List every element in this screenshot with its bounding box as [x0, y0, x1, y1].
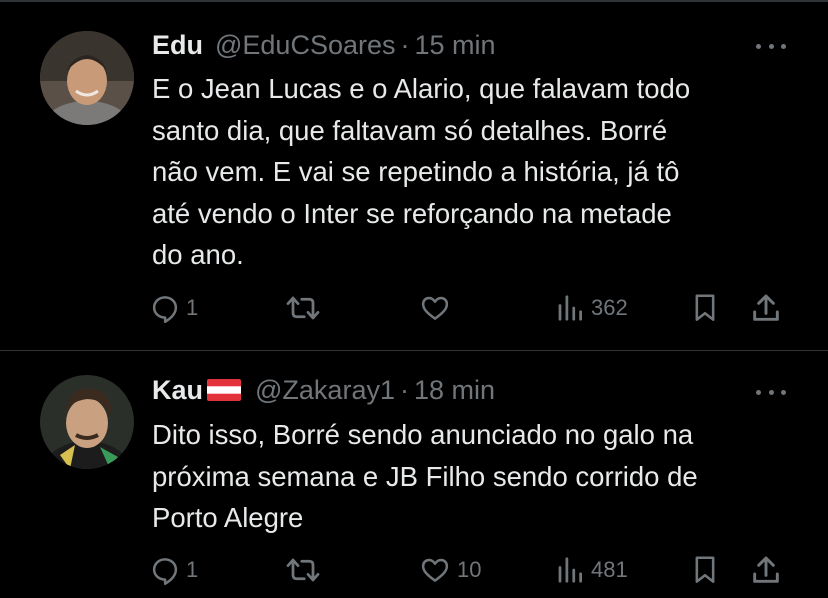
more-icon[interactable] — [756, 387, 786, 397]
reply-count: 1 — [186, 557, 199, 582]
timestamp[interactable]: 15 min — [415, 30, 496, 61]
avatar[interactable] — [40, 375, 134, 469]
reply-icon — [152, 296, 178, 323]
tweet-text: Dito isso, Borré sendo anunciado no galo… — [152, 414, 792, 539]
bookmark-button[interactable] — [691, 288, 719, 328]
tweet-text-line: Dito isso, Borré sendo anunciado no galo… — [152, 419, 694, 450]
austria-flag-icon — [207, 379, 242, 401]
views-button[interactable]: 481 — [555, 550, 628, 590]
retweet-icon — [286, 296, 320, 320]
bookmark-icon — [695, 556, 715, 583]
tweet-text: E o Jean Lucas e o Alario, que falavam t… — [152, 68, 792, 276]
tweet-text-line: até vendo o Inter se reforçando na metad… — [152, 197, 672, 229]
like-button[interactable]: 10 — [419, 550, 481, 590]
retweet-button[interactable] — [285, 550, 327, 590]
tweet[interactable]: Kau @Zakaray1 · 18 min Dito isso, Borré … — [0, 351, 828, 598]
tweet-text-line: não vem. E vai se repetindo a história, … — [152, 156, 680, 187]
timestamp[interactable]: 18 min — [414, 375, 495, 406]
retweet-button[interactable] — [285, 288, 327, 328]
reply-icon — [152, 558, 178, 585]
views-button[interactable]: 362 — [555, 288, 628, 328]
tweet-text-line: do ano. — [152, 239, 244, 270]
user-handle[interactable]: @Zakaray1 — [255, 375, 395, 406]
avatar[interactable] — [40, 31, 134, 125]
tweet-text-line: próxima semana e JB Filho sendo corrido … — [152, 460, 698, 492]
like-count: 10 — [457, 557, 482, 582]
display-name[interactable]: Edu — [152, 30, 203, 61]
separator-dot: · — [399, 374, 409, 405]
share-icon — [753, 556, 779, 583]
action-bar: 1 362 — [150, 288, 790, 328]
reply-button[interactable]: 1 — [150, 550, 198, 590]
bookmark-icon — [695, 294, 715, 321]
user-handle[interactable]: @EduCSoares — [215, 30, 396, 61]
display-name[interactable]: Kau — [152, 375, 203, 406]
share-button[interactable] — [750, 550, 782, 590]
tweet-text-line: Porto Alegre — [152, 502, 304, 533]
views-icon — [558, 557, 582, 583]
separator-dot: · — [400, 29, 410, 60]
reply-button[interactable]: 1 — [150, 288, 198, 328]
heart-icon — [421, 296, 449, 320]
action-bar: 1 10 481 — [150, 550, 790, 590]
tweet-header: Kau @Zakaray1 · 18 min — [152, 373, 495, 407]
share-button[interactable] — [750, 288, 782, 328]
views-count: 481 — [591, 557, 628, 582]
heart-icon — [421, 558, 449, 582]
views-icon — [558, 295, 582, 321]
retweet-icon — [286, 558, 320, 582]
tweet-text-line: E o Jean Lucas e o Alario, que falavam t… — [152, 73, 691, 104]
like-button[interactable] — [419, 288, 457, 328]
tweet-header: Edu @EduCSoares · 15 min — [152, 28, 496, 62]
views-count: 362 — [591, 295, 628, 320]
bookmark-button[interactable] — [691, 550, 719, 590]
tweet-text-line: santo dia, que faltavam só detalhes. Bor… — [152, 114, 668, 146]
tweet[interactable]: Edu @EduCSoares · 15 min E o Jean Lucas … — [0, 0, 828, 350]
share-icon — [753, 294, 779, 321]
reply-count: 1 — [186, 295, 199, 320]
more-icon[interactable] — [756, 41, 786, 51]
